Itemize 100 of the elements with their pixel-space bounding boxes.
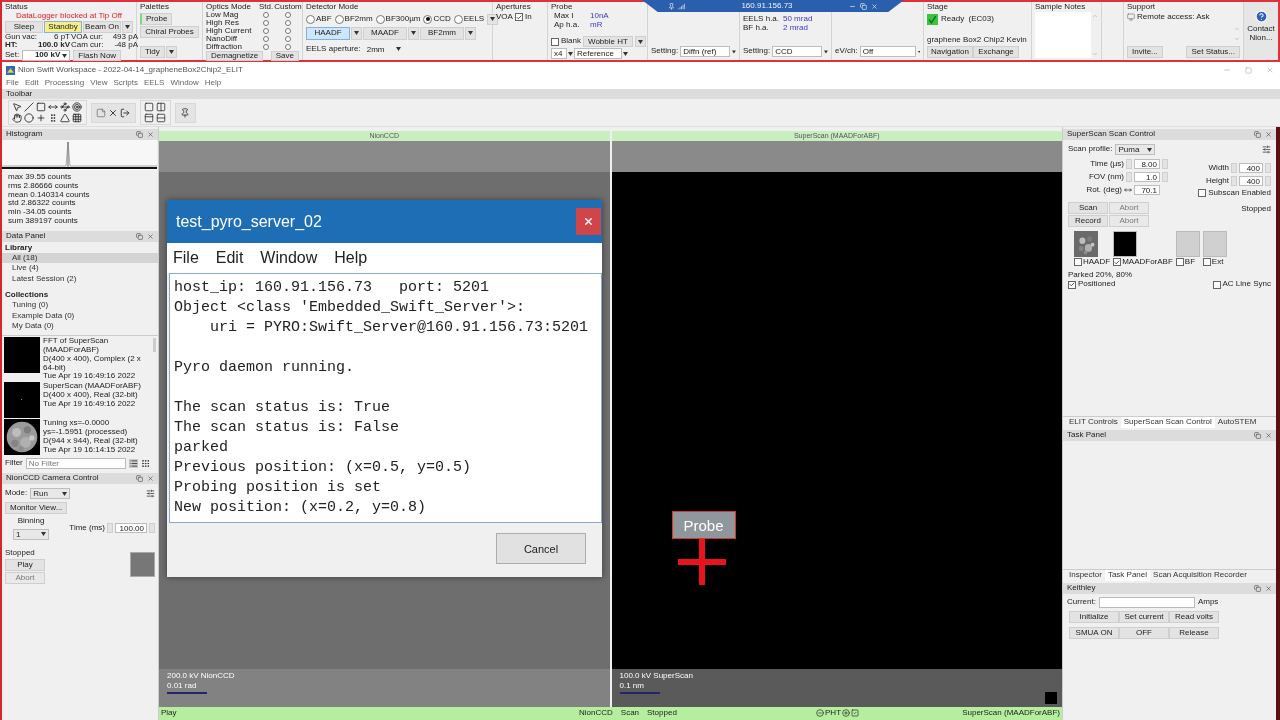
collection-item[interactable]: Tuning (0) bbox=[2, 299, 158, 311]
checkbox[interactable] bbox=[1175, 258, 1184, 267]
radio-button[interactable] bbox=[423, 14, 433, 24]
radio-button[interactable] bbox=[263, 12, 269, 18]
float-icon[interactable] bbox=[1254, 584, 1261, 592]
mode-button[interactable]: Standby bbox=[44, 20, 82, 33]
library-item[interactable]: Live (4) bbox=[2, 263, 158, 275]
ellipse-icon[interactable] bbox=[24, 113, 34, 123]
keithley-button[interactable]: Set current bbox=[1119, 610, 1169, 623]
detector-button[interactable]: MAADF bbox=[363, 26, 407, 40]
radio-button[interactable] bbox=[285, 28, 291, 34]
stage-button[interactable]: Navigation bbox=[927, 46, 973, 58]
increase-icon[interactable] bbox=[842, 709, 851, 718]
panel-tab[interactable]: SuperScan Scan Control bbox=[1120, 417, 1215, 428]
checkbox[interactable] bbox=[1068, 280, 1076, 289]
keithley-button[interactable]: OFF bbox=[1119, 626, 1169, 639]
keithley-button[interactable]: Read volts bbox=[1169, 610, 1219, 623]
radio-button[interactable] bbox=[263, 28, 269, 34]
demagnetize-button[interactable]: Demagnetize bbox=[206, 51, 264, 61]
library-item[interactable]: Latest Session (2) bbox=[2, 274, 158, 285]
dropdown-button[interactable] bbox=[408, 26, 419, 40]
support-button[interactable]: Invite... bbox=[1127, 46, 1163, 58]
filter-field[interactable]: No Filter bbox=[25, 458, 126, 470]
checkbox[interactable] bbox=[1198, 189, 1207, 198]
vertical-lines-icon[interactable] bbox=[48, 113, 58, 123]
menu-item[interactable]: View bbox=[90, 79, 108, 88]
radio-button[interactable] bbox=[285, 12, 291, 18]
points-icon[interactable] bbox=[60, 102, 70, 112]
reference-field[interactable]: Reference bbox=[574, 48, 622, 59]
scan-field[interactable]: 8.00 bbox=[1134, 159, 1160, 169]
close-button[interactable] bbox=[576, 208, 601, 235]
library-item[interactable]: All (18) bbox=[2, 252, 158, 264]
tidy-button[interactable]: Tidy bbox=[140, 46, 165, 58]
current-field[interactable] bbox=[1098, 596, 1195, 608]
radio-button[interactable] bbox=[306, 14, 315, 24]
multiplier-field[interactable]: x4 bbox=[551, 48, 567, 59]
dropdown-button[interactable] bbox=[465, 26, 476, 40]
scan-button[interactable]: Scan bbox=[1068, 201, 1108, 214]
setting-field[interactable]: Off bbox=[859, 46, 916, 57]
dropdown-button[interactable] bbox=[351, 26, 362, 40]
data-item[interactable]: FFT of SuperScan (MAADForABF) D(400 x 400), Complex (2 x 64-bit) Tue Apr 19 16:49:16 2022 bbox=[4, 337, 151, 382]
support-button[interactable]: Set Status... bbox=[1186, 46, 1240, 58]
menu-item[interactable]: Help bbox=[204, 79, 222, 88]
menu-item[interactable]: Window bbox=[260, 249, 318, 267]
radio-button[interactable] bbox=[263, 20, 269, 26]
detector-button[interactable]: BF2mm bbox=[420, 26, 464, 40]
profile-dropdown[interactable]: Puma bbox=[1115, 144, 1156, 155]
hand-icon[interactable] bbox=[12, 113, 22, 123]
decrease-icon[interactable] bbox=[816, 709, 825, 718]
keithley-button[interactable]: SMUA ON bbox=[1069, 626, 1119, 639]
float-icon[interactable] bbox=[136, 475, 143, 483]
pin-icon[interactable] bbox=[180, 107, 190, 118]
checkbox[interactable] bbox=[1212, 280, 1221, 289]
single-layout-icon[interactable] bbox=[144, 102, 154, 112]
rows-layout-icon[interactable] bbox=[156, 113, 166, 123]
panel-tab[interactable]: AutoSTEM bbox=[1214, 417, 1260, 428]
float-icon[interactable] bbox=[136, 131, 143, 138]
save-button[interactable]: Save bbox=[270, 51, 299, 61]
rectangle-icon[interactable] bbox=[36, 102, 46, 112]
lattice-icon[interactable] bbox=[72, 113, 82, 123]
detector-button[interactable]: HAADF bbox=[306, 26, 350, 40]
mode-button[interactable]: Beam On bbox=[83, 20, 121, 33]
checkbox[interactable] bbox=[1113, 258, 1122, 267]
restore-icon[interactable] bbox=[860, 2, 867, 10]
grid-view-icon[interactable] bbox=[140, 459, 150, 469]
mode-button[interactable]: Sleep bbox=[5, 20, 43, 33]
collection-item[interactable]: My Data (0) bbox=[2, 321, 158, 333]
wobble-button[interactable]: Wobble HT bbox=[583, 36, 633, 47]
mode-dropdown[interactable]: Run bbox=[30, 488, 71, 500]
flash-button[interactable]: Flash Now bbox=[73, 50, 122, 62]
time-field[interactable]: 100.00 bbox=[115, 523, 147, 534]
scan-field[interactable]: 1.0 bbox=[1134, 172, 1160, 182]
double-arrow-icon[interactable] bbox=[48, 102, 58, 112]
checkbox[interactable] bbox=[551, 37, 559, 46]
pointer-icon[interactable] bbox=[12, 102, 22, 112]
menu-item[interactable]: Help bbox=[334, 249, 368, 267]
menu-item[interactable]: Window bbox=[170, 79, 199, 88]
check-icon[interactable] bbox=[851, 709, 860, 718]
voltage-dropdown[interactable]: 100 kV bbox=[22, 50, 71, 62]
float-icon[interactable] bbox=[136, 232, 143, 240]
radio-button[interactable] bbox=[263, 36, 269, 42]
radio-button[interactable] bbox=[285, 36, 291, 42]
monitor-view-button[interactable]: Monitor View... bbox=[5, 502, 68, 515]
plus-icon[interactable] bbox=[36, 113, 46, 123]
radio-button[interactable] bbox=[285, 20, 291, 26]
menu-item[interactable]: File bbox=[173, 249, 199, 267]
checkbox[interactable] bbox=[1074, 258, 1082, 267]
keithley-button[interactable]: Initialize bbox=[1069, 610, 1119, 623]
palette-button[interactable]: Probe bbox=[140, 12, 173, 25]
menu-item[interactable]: Edit bbox=[24, 79, 39, 88]
menu-item[interactable]: EELS bbox=[143, 79, 165, 88]
line-icon[interactable] bbox=[24, 102, 34, 112]
scan-button[interactable]: Record bbox=[1068, 214, 1108, 227]
checkbox[interactable] bbox=[1202, 258, 1211, 267]
setting-field[interactable]: Diffn (ref) bbox=[680, 46, 731, 57]
ring-icon[interactable] bbox=[72, 102, 82, 112]
dropdown-button[interactable] bbox=[634, 36, 646, 47]
dropdown-button[interactable] bbox=[165, 46, 177, 58]
columns-layout-icon[interactable] bbox=[156, 102, 166, 112]
size-field[interactable]: 400 bbox=[1239, 163, 1263, 173]
